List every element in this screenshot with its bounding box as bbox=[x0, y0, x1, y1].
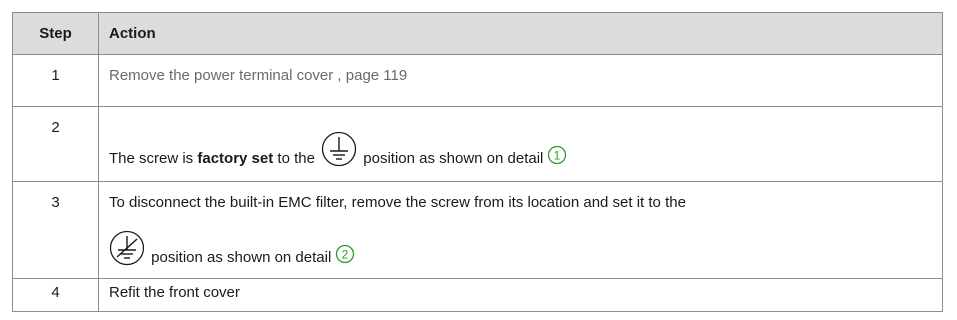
action-cell: The screw is factory set to the position… bbox=[98, 106, 943, 182]
protective-earth-icon bbox=[321, 131, 357, 171]
action-text-line-1: To disconnect the built-in EMC filter, r… bbox=[109, 194, 686, 211]
step-number: 1 bbox=[12, 54, 99, 107]
factory-set-emphasis: factory set bbox=[197, 150, 274, 167]
power-terminal-cover-link[interactable]: Remove the power terminal cover , page 1… bbox=[109, 67, 407, 84]
table-row: 1 Remove the power terminal cover , page… bbox=[12, 54, 943, 107]
action-text-part: The screw is bbox=[109, 150, 198, 167]
table-row: 3 To disconnect the built-in EMC filter,… bbox=[12, 181, 943, 279]
action-text-part: to the bbox=[273, 150, 320, 167]
column-header-action: Action bbox=[98, 12, 943, 55]
detail-2-callout: 2 bbox=[335, 244, 355, 268]
action-text-line-2: position as shown on detail 2 bbox=[109, 230, 355, 270]
procedure-table: Step Action 1 Remove the power terminal … bbox=[12, 12, 943, 312]
detail-1-number: 1 bbox=[554, 148, 561, 162]
step-number: 3 bbox=[12, 181, 99, 279]
action-cell: To disconnect the built-in EMC filter, r… bbox=[98, 181, 943, 279]
action-text-part: position as shown on detail bbox=[147, 249, 332, 266]
disconnected-earth-icon bbox=[109, 230, 145, 270]
table-header-row: Step Action bbox=[12, 12, 943, 55]
action-text: The screw is factory set to the position… bbox=[109, 131, 567, 171]
action-cell: Refit the front cover bbox=[98, 278, 943, 312]
table-row: 4 Refit the front cover bbox=[12, 278, 943, 312]
step-number: 2 bbox=[12, 106, 99, 182]
detail-2-number: 2 bbox=[342, 247, 349, 261]
step-number: 4 bbox=[12, 278, 99, 312]
action-cell: Remove the power terminal cover , page 1… bbox=[98, 54, 943, 107]
table-row: 2 The screw is factory set to the positi… bbox=[12, 106, 943, 182]
column-header-step: Step bbox=[12, 12, 99, 55]
detail-1-callout: 1 bbox=[547, 145, 567, 169]
action-text-part: position as shown on detail bbox=[359, 150, 544, 167]
